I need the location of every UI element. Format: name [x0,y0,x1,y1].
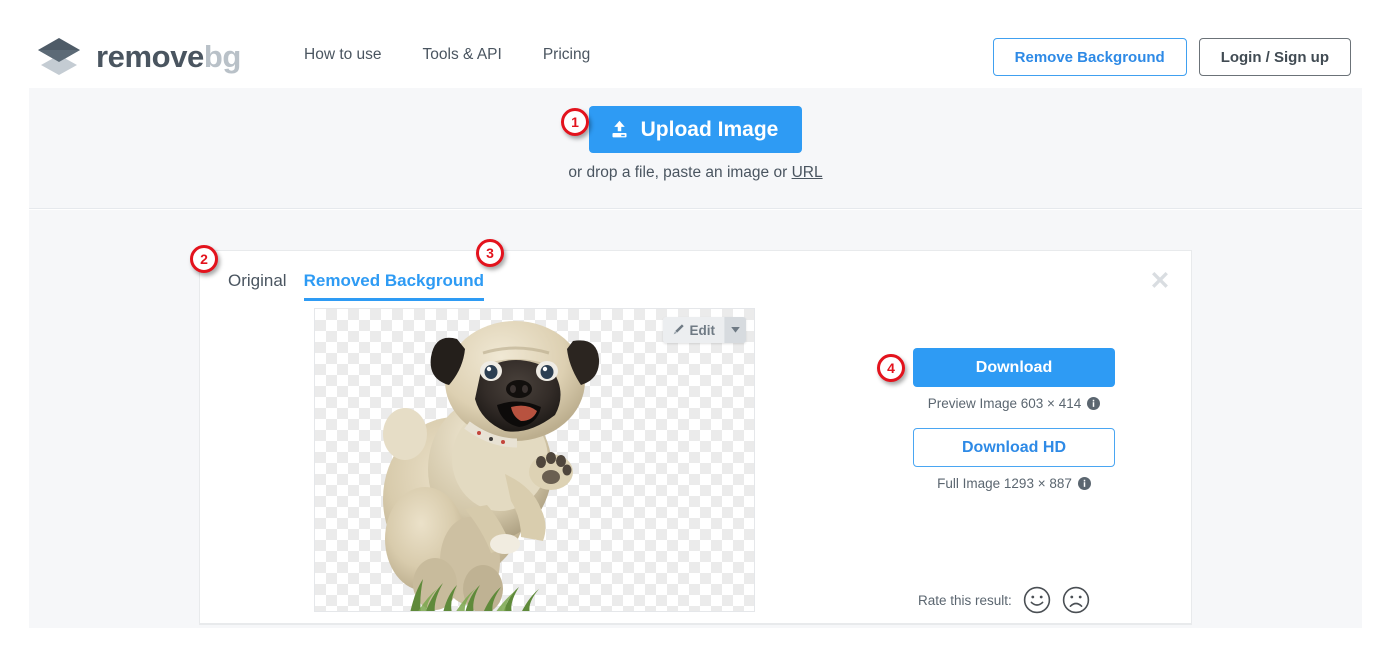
smiley-face-icon[interactable] [1023,586,1051,614]
step-badge-2: 2 [190,245,218,273]
remove-background-button[interactable]: Remove Background [992,38,1187,76]
main-nav: How to use Tools & API Pricing [304,46,590,64]
upload-url-link[interactable]: URL [792,164,823,181]
close-icon[interactable]: ✕ [1147,269,1173,295]
chevron-down-icon [731,327,740,333]
pug-dog-image [383,321,600,611]
info-icon[interactable] [1087,397,1101,410]
upload-row: Upload Image [29,106,1362,153]
logo-text-primary: remove [96,38,204,74]
result-tabs: Original Removed Background [228,271,485,301]
download-panel: Download Preview Image 603 × 414 Downloa… [913,348,1115,614]
upload-image-label: Upload Image [640,117,779,141]
edit-dropdown-toggle[interactable] [725,317,746,343]
download-hd-button[interactable]: Download HD [913,428,1115,467]
upload-image-button[interactable]: Upload Image [588,106,803,153]
upload-hint: or drop a file, paste an image or URL [29,164,1362,182]
login-signup-button[interactable]: Login / Sign up [1198,38,1351,76]
upload-icon [609,119,630,140]
site-header: removebg How to use Tools & API Pricing … [0,0,1391,88]
download-button[interactable]: Download [913,348,1115,387]
page-root: removebg How to use Tools & API Pricing … [0,0,1391,658]
upload-band: Upload Image or drop a file, paste an im… [29,88,1362,209]
step-badge-3: 3 [476,239,504,267]
edit-button[interactable]: Edit [662,317,725,343]
tab-original[interactable]: Original [228,271,287,301]
logo-text: removebg [96,41,241,72]
edit-button-label: Edit [689,322,716,338]
nav-item-pricing[interactable]: Pricing [543,46,590,64]
logo[interactable]: removebg [36,36,241,76]
rate-result-row: Rate this result: [918,586,1123,614]
edit-button-group: Edit [662,317,746,343]
brush-icon [671,323,685,337]
preview-image-meta-label: Preview Image 603 × 414 [927,396,1082,411]
image-preview[interactable]: Edit [314,308,755,612]
rate-result-label: Rate this result: [918,592,1012,608]
frowning-face-icon[interactable] [1062,586,1090,614]
step-badge-4: 4 [877,354,905,382]
full-image-meta-label: Full Image 1293 × 887 [937,476,1072,491]
upload-hint-text: or drop a file, paste an image or [568,164,792,181]
header-buttons: Remove Background Login / Sign up [992,38,1351,76]
full-image-meta: Full Image 1293 × 887 [913,476,1115,491]
tab-removed-background[interactable]: Removed Background [303,271,485,301]
preview-image-meta: Preview Image 603 × 414 [913,396,1115,411]
info-icon[interactable] [1077,477,1091,490]
result-card: Original Removed Background ✕ Edit Downl… [199,250,1192,625]
step-badge-1: 1 [561,108,589,136]
logo-text-secondary: bg [203,38,241,74]
nav-item-tools-api[interactable]: Tools & API [423,46,502,64]
nav-item-how-to-use[interactable]: How to use [304,46,382,64]
layers-logo-icon [36,36,82,76]
